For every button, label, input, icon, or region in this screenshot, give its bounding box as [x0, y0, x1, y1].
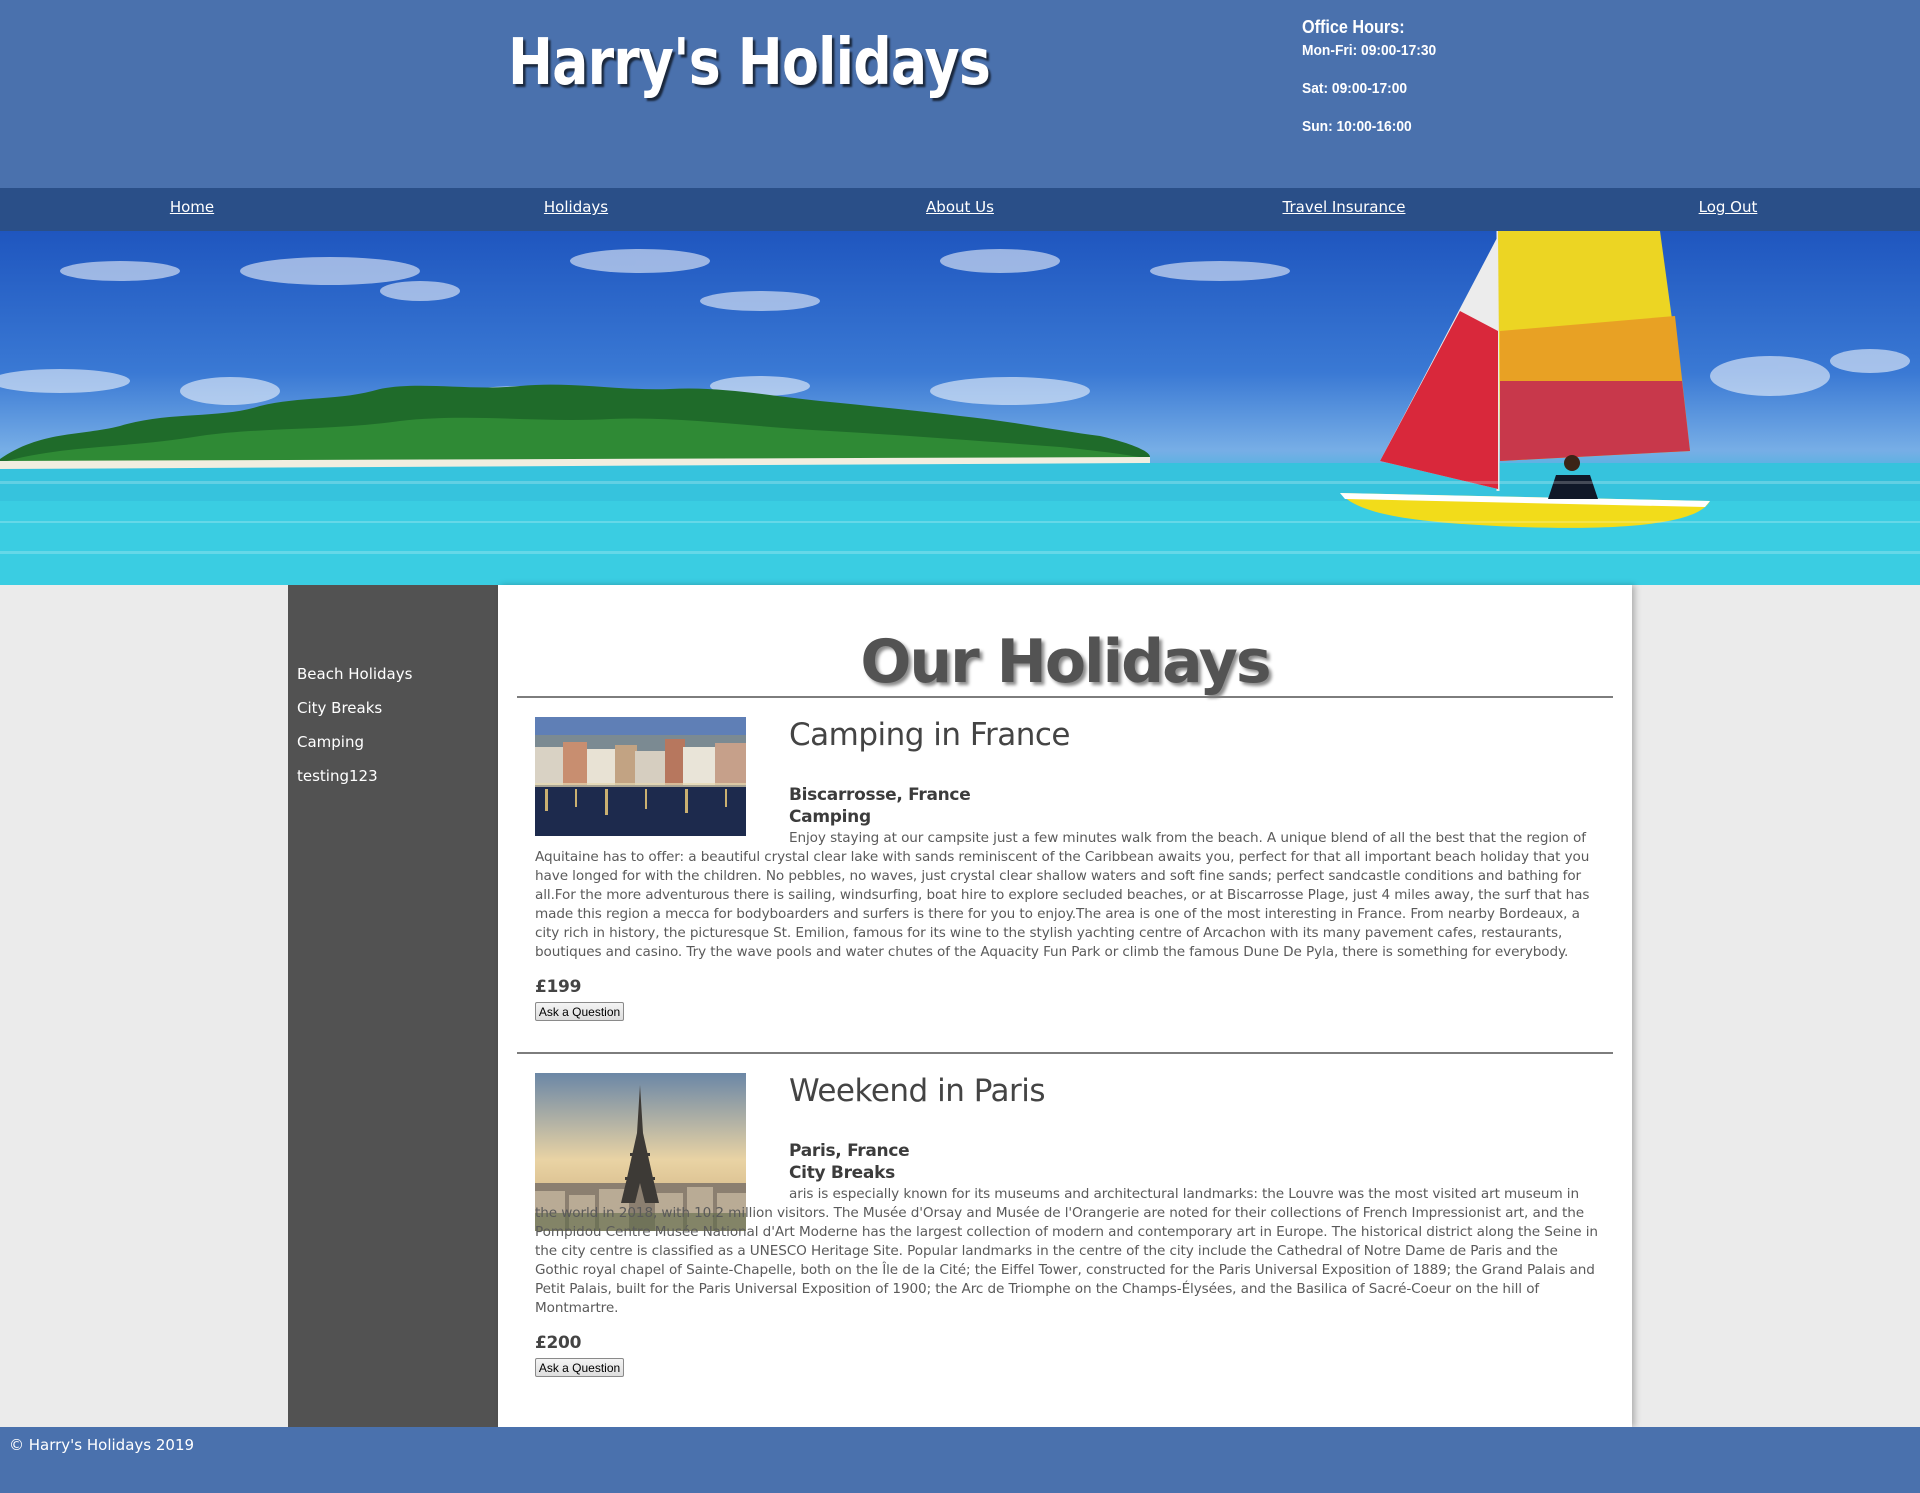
site-title: Harry's Holidays	[508, 26, 991, 100]
sidebar-item-city-breaks[interactable]: City Breaks	[297, 699, 382, 717]
holiday-location: Paris, France	[789, 1141, 910, 1161]
office-hours-title: Office Hours:	[1302, 17, 1405, 37]
harbour-town-photo	[535, 717, 746, 836]
sidebar-item-testing123[interactable]: testing123	[297, 767, 378, 785]
page-title: Our Holidays	[860, 627, 1271, 697]
holiday-description: Enjoy staying at our campsite just a few…	[535, 830, 1590, 960]
holiday-location: Biscarrosse, France	[789, 785, 971, 805]
nav-link-log-out[interactable]: Log Out	[1699, 198, 1758, 216]
holiday-title: Weekend in Paris	[789, 1073, 1046, 1109]
ask-question-button[interactable]: Ask a Question	[535, 1358, 624, 1377]
sidebar-item-beach-holidays[interactable]: Beach Holidays	[297, 665, 412, 683]
holiday-card-camping-in-france: Camping in France Biscarrosse, France Ca…	[535, 717, 1595, 1021]
office-hours-weekdays: Mon-Fri: 09:00-17:30	[1302, 42, 1437, 59]
holiday-title: Camping in France	[789, 717, 1071, 753]
hero-banner-image	[0, 231, 1920, 585]
main-nav: Home Holidays About Us Travel Insurance …	[0, 188, 1920, 231]
office-hours: Office Hours: Mon-Fri: 09:00-17:30 Sat: …	[1302, 18, 1448, 157]
nav-link-about-us[interactable]: About Us	[926, 198, 994, 216]
nav-link-travel-insurance[interactable]: Travel Insurance	[1283, 198, 1406, 216]
nav-link-holidays[interactable]: Holidays	[544, 198, 608, 216]
holiday-description: aris is especially known for its museums…	[535, 1186, 1598, 1316]
holiday-card-weekend-in-paris: Weekend in Paris Paris, France City Brea…	[535, 1073, 1598, 1377]
copyright-text: © Harry's Holidays 2019	[9, 1436, 195, 1454]
beach-sailboat-scene	[0, 231, 1920, 585]
holiday-category: Camping	[789, 807, 871, 827]
category-sidebar: Beach Holidays City Breaks Camping testi…	[288, 585, 498, 1427]
divider	[517, 696, 1613, 698]
holiday-category: City Breaks	[789, 1163, 895, 1183]
nav-link-home[interactable]: Home	[170, 198, 214, 216]
site-footer: © Harry's Holidays 2019	[0, 1427, 1920, 1493]
ask-question-button[interactable]: Ask a Question	[535, 1002, 624, 1021]
holiday-price: £199	[535, 977, 582, 997]
site-header: Harry's Holidays Office Hours: Mon-Fri: …	[0, 0, 1920, 188]
sidebar-item-camping[interactable]: Camping	[297, 733, 364, 751]
divider	[517, 1052, 1613, 1054]
office-hours-sunday: Sun: 10:00-16:00	[1302, 118, 1412, 135]
holiday-price: £200	[535, 1333, 582, 1353]
holiday-listing: Our Holidays Camping in France Biscarros…	[498, 585, 1632, 1427]
office-hours-saturday: Sat: 09:00-17:00	[1302, 80, 1408, 97]
